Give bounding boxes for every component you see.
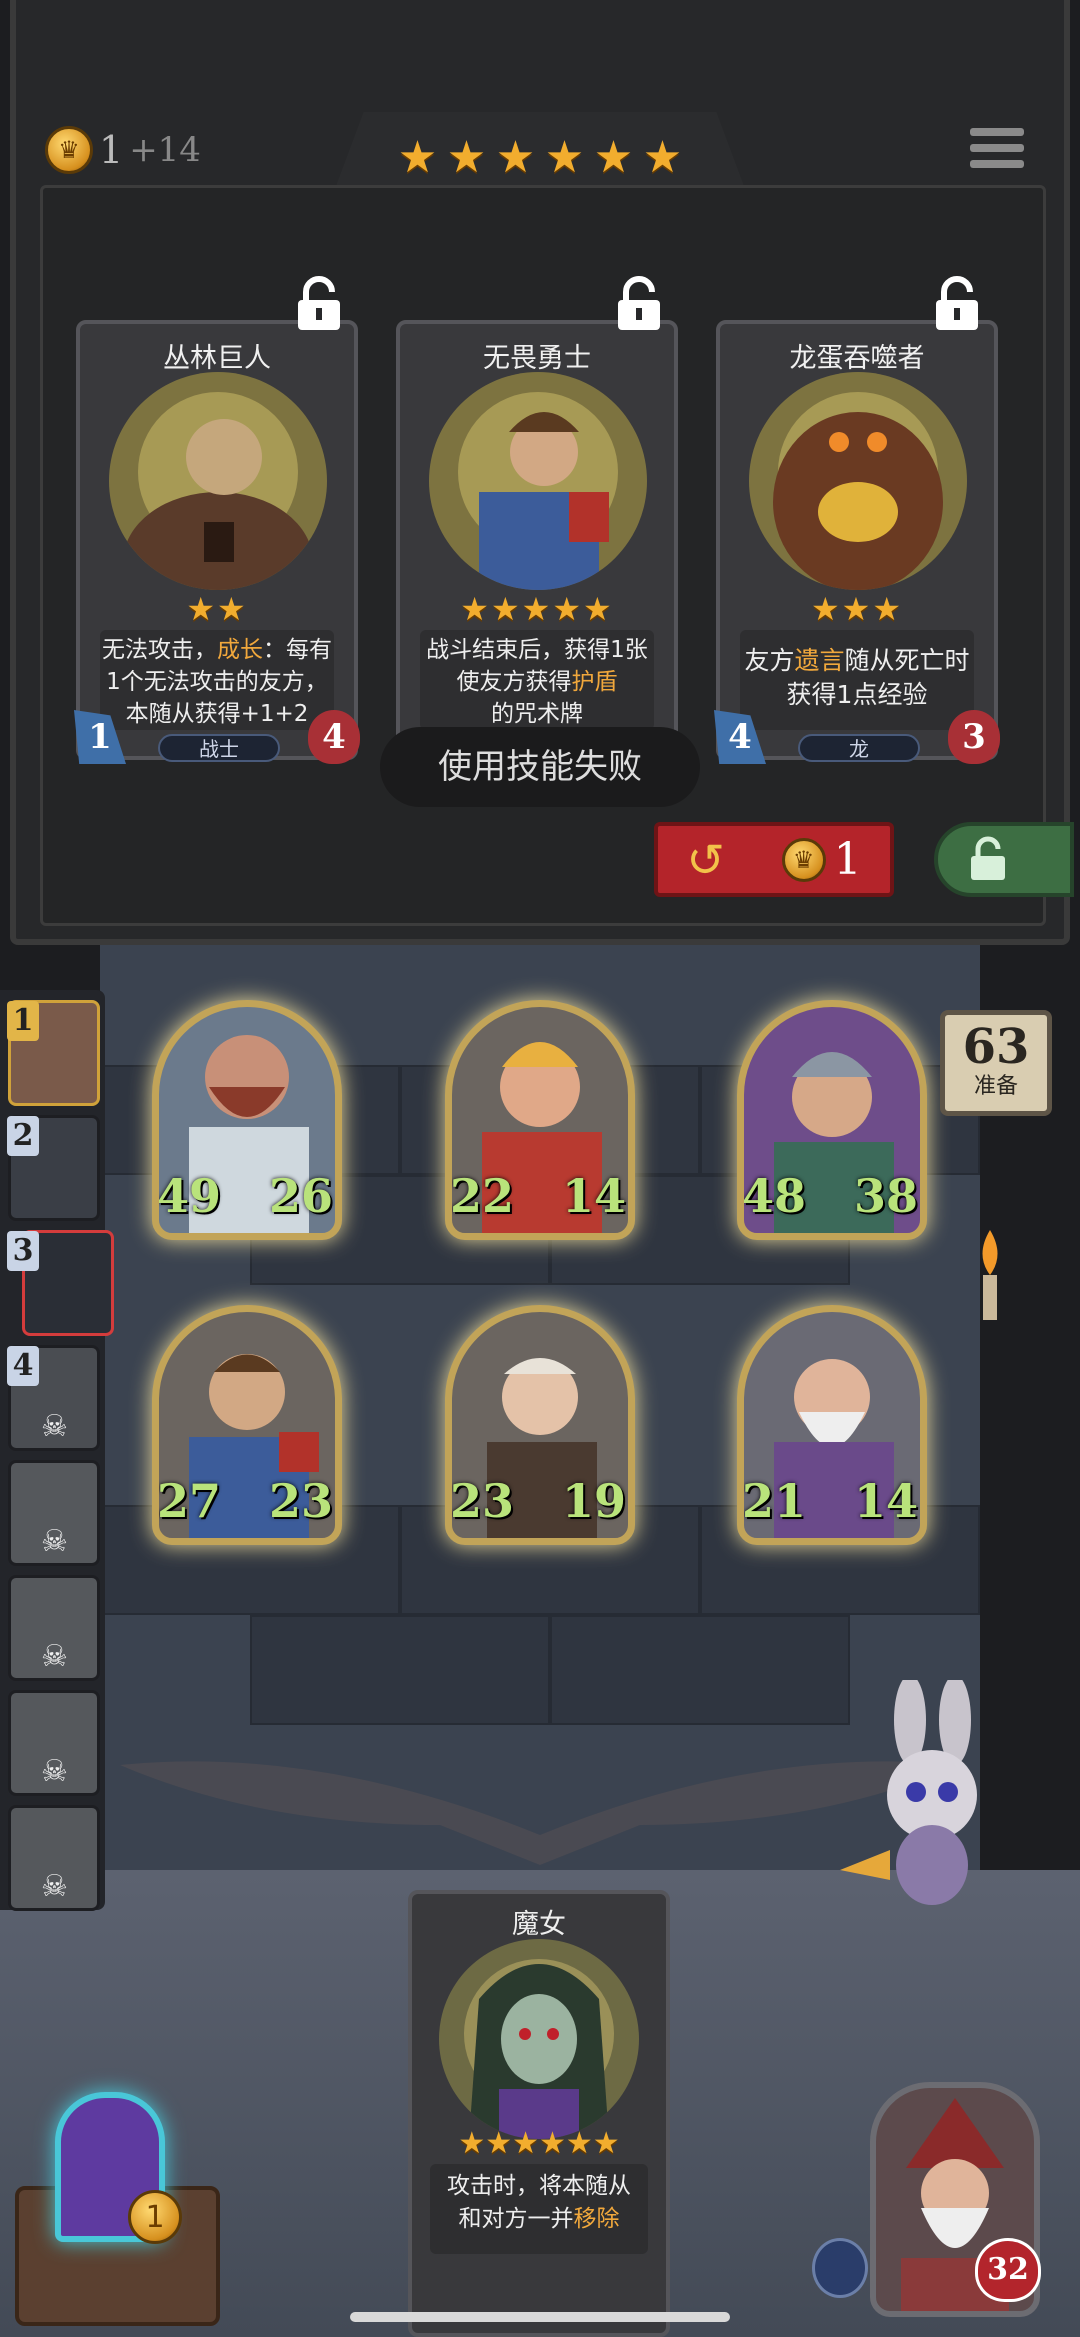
hero-health: 32: [975, 2238, 1041, 2302]
player-slot[interactable]: 3: [7, 1230, 114, 1336]
card-portrait: [429, 372, 647, 590]
star-icon: ★: [593, 132, 634, 183]
crown-coin-icon: ♛: [781, 837, 826, 882]
board-minion[interactable]: 49 26: [152, 1000, 342, 1240]
card-stars: ★★★★★: [460, 590, 614, 628]
player-rank: 1: [7, 1001, 39, 1041]
player-rank: 3: [7, 1231, 39, 1271]
player-slot[interactable]: ☠: [8, 1460, 100, 1566]
minion-attack: 21: [742, 1474, 807, 1528]
card-stars: ★★★★★★: [458, 2126, 620, 2161]
star-icon: ★: [642, 132, 683, 183]
minion-health: 14: [561, 1169, 626, 1223]
card-name: 魔女: [512, 1909, 566, 1940]
board-minion[interactable]: 23 19: [445, 1305, 635, 1545]
skull-icon: ☠: [41, 1869, 68, 1904]
card-health: 3: [948, 710, 1000, 764]
player-rank: 4: [7, 1346, 39, 1386]
gold-display: ♛ 1 +14: [45, 122, 201, 178]
shop-card-jungle-giant[interactable]: 丛林巨人 ★★ 无法攻击，成长：每有 1个无法攻击的友方， 本随从获得+1+2 战士…: [74, 320, 360, 764]
shop-card-dragon-egg-eater[interactable]: 龙蛋吞噬者 ★★★ 友方遗言随从死亡时 获得1点经验 龙 4 3: [714, 320, 1000, 764]
minion-attack: 49: [157, 1169, 222, 1223]
card-stars: ★★: [186, 590, 248, 628]
card-portrait: [749, 372, 967, 590]
refresh-icon: ↺: [686, 832, 725, 887]
card-tribe: 战士: [158, 734, 280, 762]
ready-count: 63: [962, 1019, 1030, 1075]
board-minion[interactable]: 22 14: [445, 1000, 635, 1240]
skull-icon: ☠: [41, 1409, 68, 1444]
skull-icon: ☠: [41, 1639, 68, 1674]
card-description: 友方遗言随从死亡时 获得1点经验: [740, 630, 974, 730]
gold-amount: 1: [99, 128, 124, 172]
star-icon: ★: [495, 132, 536, 183]
lock-icon[interactable]: [614, 276, 664, 332]
lock-icon[interactable]: [294, 276, 344, 332]
board-minion[interactable]: 27 23: [152, 1305, 342, 1545]
refresh-button[interactable]: ↺ ♛ 1: [654, 822, 894, 897]
card-description: 战斗结束后，获得1张 使友方获得护盾 的咒术牌: [420, 630, 654, 730]
card-description: 攻击时，将本随从 和对方一并移除: [430, 2164, 648, 2254]
menu-icon[interactable]: [970, 128, 1024, 176]
spell-cost: 1: [128, 2190, 182, 2244]
wall-brick: [250, 1615, 550, 1725]
card-name: 龙蛋吞噬者: [789, 343, 925, 374]
player-slot[interactable]: 2: [7, 1115, 100, 1221]
ready-counter: 63 准备: [940, 1010, 1052, 1116]
player-slot[interactable]: ☠: [8, 1575, 100, 1681]
hand-card-witch[interactable]: 魔女 ★★★★★★ 攻击时，将本随从 和对方一并移除: [408, 1890, 670, 2337]
refresh-cost: 1: [833, 834, 862, 885]
player-slot[interactable]: 1: [7, 1000, 100, 1106]
star-icon: ★: [446, 132, 487, 183]
card-portrait: [439, 1939, 639, 2139]
unlock-icon: [968, 836, 1070, 886]
star-icon: ★: [544, 132, 585, 183]
freeze-button[interactable]: [934, 822, 1074, 897]
bat-emblem-icon: [120, 1745, 960, 1865]
crown-coin-icon: ♛: [45, 126, 93, 174]
board-minion[interactable]: 21 14: [737, 1305, 927, 1545]
card-name: 丛林巨人: [163, 343, 271, 374]
card-portrait: [109, 372, 327, 590]
card-health: 4: [308, 710, 360, 764]
player-slot[interactable]: 4 ☠: [7, 1345, 100, 1451]
minion-health: 23: [268, 1474, 333, 1528]
home-indicator[interactable]: [350, 2312, 730, 2322]
minion-attack: 22: [450, 1169, 515, 1223]
minion-health: 38: [853, 1169, 918, 1223]
skull-icon: ☠: [41, 1524, 68, 1559]
card-tribe: 龙: [798, 734, 920, 762]
skull-icon: ☠: [41, 1754, 68, 1789]
player-slot[interactable]: ☠: [8, 1690, 100, 1796]
minion-attack: 23: [450, 1474, 515, 1528]
minion-health: 26: [268, 1169, 333, 1223]
minion-attack: 27: [157, 1474, 222, 1528]
player-slot[interactable]: ☠: [8, 1805, 100, 1911]
card-stars: ★★★: [810, 590, 904, 628]
ready-label: 准备: [973, 1074, 1018, 1099]
gold-income: +14: [129, 130, 201, 170]
shop-card-fearless-warrior[interactable]: 无畏勇士 ★★★★★ 战斗结束后，获得1张 使友方获得护盾 的咒术牌: [396, 320, 678, 760]
minion-health: 14: [853, 1474, 918, 1528]
tavern-stars: ★ ★ ★ ★ ★ ★: [330, 132, 750, 183]
toast-message: 使用技能失败: [380, 727, 700, 807]
wall-brick: [550, 1615, 850, 1725]
board-minion[interactable]: 48 38: [737, 1000, 927, 1240]
minion-health: 19: [561, 1474, 626, 1528]
torch-icon: [965, 1230, 1015, 1320]
card-name: 无畏勇士: [483, 343, 591, 374]
lock-icon[interactable]: [932, 276, 982, 332]
player-rank: 2: [7, 1116, 39, 1156]
bunny-mascot[interactable]: [840, 1675, 1000, 1910]
card-description: 无法攻击，成长：每有 1个无法攻击的友方， 本随从获得+1+2: [100, 630, 334, 730]
armor-shield-icon: [812, 2238, 868, 2298]
minion-attack: 48: [742, 1169, 807, 1223]
star-icon: ★: [397, 132, 438, 183]
